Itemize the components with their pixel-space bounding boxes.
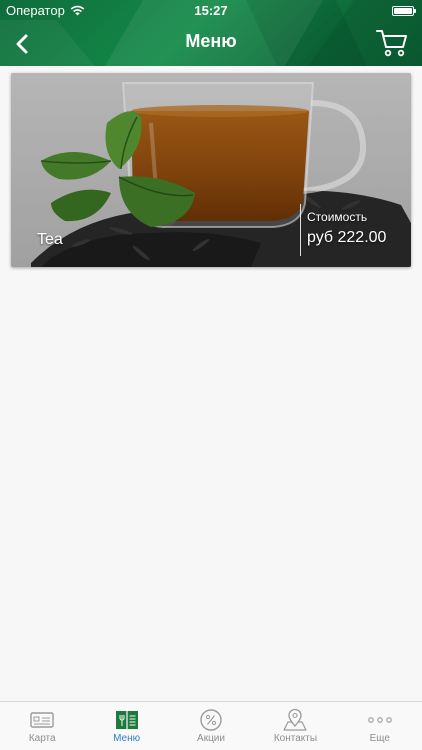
price-label: Стоимость bbox=[307, 210, 368, 224]
tab-label: Еще bbox=[369, 733, 390, 744]
tab-label: Меню bbox=[113, 733, 141, 744]
tab-label: Карта bbox=[28, 733, 56, 744]
status-time: 15:27 bbox=[194, 3, 228, 18]
cart-icon bbox=[376, 30, 407, 57]
status-bar: Оператор 15:27 bbox=[0, 0, 422, 22]
cart-button[interactable] bbox=[376, 28, 408, 60]
tab-card[interactable]: Карта bbox=[0, 702, 84, 750]
tab-contacts[interactable]: Контакты bbox=[253, 702, 337, 750]
app-header: Оператор 15:27 Меню bbox=[0, 0, 422, 66]
tab-label: Контакты bbox=[273, 733, 318, 744]
menu-item-card[interactable]: Tea Стоимость руб 222.00 bbox=[11, 73, 411, 267]
tab-promotions[interactable]: Акции bbox=[169, 702, 253, 750]
tab-more[interactable]: Еще bbox=[338, 702, 422, 750]
map-pin-icon bbox=[283, 708, 308, 731]
tab-bar: Карта Меню Акции Контакты Еще bbox=[0, 701, 422, 750]
price-divider bbox=[300, 204, 301, 256]
tab-label: Акции bbox=[197, 733, 225, 744]
page-title: Меню bbox=[185, 31, 237, 51]
battery-level bbox=[394, 8, 412, 14]
more-icon bbox=[368, 717, 392, 723]
nav-bar: Меню bbox=[0, 22, 422, 66]
price-value: руб 222.00 bbox=[307, 229, 387, 246]
percent-icon bbox=[200, 709, 222, 731]
tab-menu[interactable]: Меню bbox=[84, 702, 168, 750]
battery-icon bbox=[392, 6, 416, 16]
menu-item-name: Tea bbox=[37, 231, 63, 248]
card-icon bbox=[30, 712, 54, 728]
menu-icon bbox=[115, 711, 138, 729]
